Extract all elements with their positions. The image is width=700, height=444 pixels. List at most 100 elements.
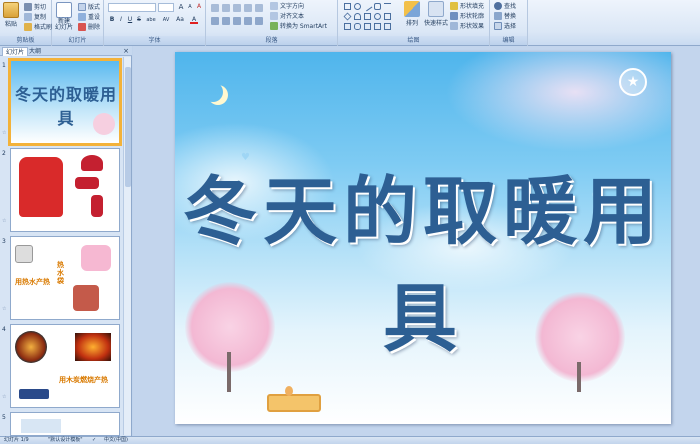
red-gloves-image xyxy=(91,195,103,217)
cut-button[interactable]: 剪切 xyxy=(24,2,46,11)
scissors-icon xyxy=(24,2,32,11)
close-panel-button[interactable]: × xyxy=(123,47,129,55)
justify-icon[interactable] xyxy=(244,17,252,25)
ribbon: 粘贴 剪切 复制 格式刷 剪贴板 新建 幻灯片 版式 重设 删除 幻灯片 A A… xyxy=(0,0,700,46)
animation-star-icon: ☆ xyxy=(2,394,7,400)
quick-styles-button[interactable]: 快速样式 xyxy=(424,1,448,27)
callout-shape-icon[interactable] xyxy=(354,23,361,30)
find-button[interactable]: 查找 xyxy=(494,1,516,10)
line-shape-icon[interactable] xyxy=(362,1,373,12)
paste-button[interactable]: 粘贴 xyxy=(3,2,19,28)
diamond-shape-icon[interactable] xyxy=(343,12,352,21)
format-painter-button[interactable]: 格式刷 xyxy=(24,22,52,31)
brace-shape-icon[interactable] xyxy=(364,13,371,20)
grow-font-button[interactable]: A xyxy=(177,3,185,11)
tab-outline[interactable]: 大纲 xyxy=(26,47,44,56)
star-shape-icon[interactable] xyxy=(384,13,391,20)
numbering-icon[interactable] xyxy=(222,4,230,12)
slide-thumbnail-3[interactable]: 热水袋 用热水产热 xyxy=(10,236,120,320)
align-right-icon[interactable] xyxy=(233,17,241,25)
thumbnail-caption: 用木炭燃烧产热 xyxy=(59,376,108,384)
current-slide[interactable]: ♥ ♥ ★ 冬天的取暖用具 xyxy=(175,52,671,424)
slide-title[interactable]: 冬天的取暖用具 xyxy=(175,152,671,366)
shrink-font-button[interactable]: A xyxy=(186,3,194,11)
italic-button[interactable]: I xyxy=(117,16,125,24)
scrollbar-thumb[interactable] xyxy=(125,67,131,187)
oval-shape-icon[interactable] xyxy=(354,3,361,10)
check-icon: ✓ xyxy=(92,437,97,443)
clear-format-button[interactable]: A xyxy=(195,3,203,11)
slide-editing-area: ♥ ♥ ★ 冬天的取暖用具 xyxy=(133,46,700,436)
font-color-button[interactable]: A xyxy=(190,16,198,24)
line-spacing-icon[interactable] xyxy=(255,4,263,12)
strikethrough-button[interactable]: S xyxy=(135,16,143,24)
align-left-icon[interactable] xyxy=(211,17,219,25)
burning-charcoal-image xyxy=(75,333,111,361)
rectangle-shape-icon[interactable] xyxy=(344,3,351,10)
slide-thumbnail-1[interactable]: 冬天的取暖用具 xyxy=(8,58,122,146)
change-case-button[interactable]: Aa xyxy=(174,16,186,24)
font-group-label: 字体 xyxy=(104,36,205,45)
font-name-combo[interactable] xyxy=(108,3,156,12)
text-direction-icon xyxy=(270,1,278,10)
pink-cloud-decoration xyxy=(445,52,671,152)
decrease-indent-icon[interactable] xyxy=(233,4,241,12)
new-slide-button[interactable]: 新建 幻灯片 xyxy=(55,2,73,31)
fill-bucket-icon xyxy=(450,1,458,10)
charcoal-stove-image xyxy=(15,331,47,363)
align-text-button[interactable]: 对齐文本 xyxy=(270,11,304,20)
thumbnail-number: 2 xyxy=(2,150,6,157)
paragraph-group-label: 段落 xyxy=(206,36,337,45)
more-shapes-icon[interactable] xyxy=(384,23,391,30)
circle-shape-icon[interactable] xyxy=(374,13,381,20)
columns-icon[interactable] xyxy=(255,17,263,25)
copy-button[interactable]: 复制 xyxy=(24,12,46,21)
delete-slide-button[interactable]: 删除 xyxy=(78,22,100,31)
triangle-shape-icon[interactable] xyxy=(344,23,351,30)
crescent-moon-decoration xyxy=(203,82,223,102)
thumbnail-scrollbar[interactable] xyxy=(123,57,131,435)
hot-water-bag-image xyxy=(73,285,99,311)
red-scarf-image xyxy=(75,177,99,189)
arrange-button[interactable]: 排列 xyxy=(404,1,420,27)
increase-indent-icon[interactable] xyxy=(244,4,252,12)
rounded-rect-shape-icon[interactable] xyxy=(374,3,381,10)
replace-button[interactable]: 替换 xyxy=(494,11,516,20)
bench-decoration xyxy=(267,394,321,412)
underline-button[interactable]: U xyxy=(126,16,134,24)
select-button[interactable]: 选择 xyxy=(494,21,516,30)
editing-group-label: 编辑 xyxy=(490,36,527,45)
text-direction-button[interactable]: 文字方向 xyxy=(270,1,304,10)
tab-slides[interactable]: 幻灯片 xyxy=(2,47,29,56)
tree-trunk xyxy=(577,362,581,392)
char-spacing-button[interactable]: AV xyxy=(160,16,172,24)
drawing-group: 排列 快速样式 形状填充 形状轮廓 形状效果 绘图 xyxy=(338,0,490,46)
reset-button[interactable]: 重设 xyxy=(78,12,100,21)
quick-styles-icon xyxy=(428,1,444,17)
arc-shape-icon[interactable] xyxy=(354,13,361,20)
shape-fill-button[interactable]: 形状填充 xyxy=(450,1,484,10)
slide-thumbnail-5[interactable] xyxy=(10,412,120,436)
bullets-icon[interactable] xyxy=(211,4,219,12)
slide-thumbnail-2[interactable] xyxy=(10,148,120,232)
convert-smartart-button[interactable]: 转换为 SmartArt xyxy=(270,21,327,30)
layout-button[interactable]: 版式 xyxy=(78,2,100,11)
bracket-shape-icon[interactable] xyxy=(374,23,381,30)
figure-decoration xyxy=(285,386,293,396)
shadow-button[interactable]: abe xyxy=(144,16,158,24)
paragraph-group: 文字方向 对齐文本 转换为 SmartArt 段落 xyxy=(206,0,338,46)
font-size-combo[interactable] xyxy=(158,3,174,12)
status-bar: 幻灯片 1/9 "默认设计模板" ✓ 中文(中国) xyxy=(0,436,700,444)
red-jacket-image xyxy=(19,157,63,217)
slides-group: 新建 幻灯片 版式 重设 删除 幻灯片 xyxy=(52,0,104,46)
thumbnail-number: 4 xyxy=(2,326,6,333)
block-arrow-shape-icon[interactable] xyxy=(364,23,371,30)
animation-star-icon: ☆ xyxy=(2,130,7,136)
slide-thumbnail-4[interactable]: 用木炭燃烧产热 xyxy=(10,324,120,408)
align-center-icon[interactable] xyxy=(222,17,230,25)
bold-button[interactable]: B xyxy=(108,16,116,24)
shape-effects-button[interactable]: 形状效果 xyxy=(450,21,484,30)
arrow-shape-icon[interactable] xyxy=(384,3,391,10)
layout-icon xyxy=(78,2,86,11)
shape-outline-button[interactable]: 形状轮廓 xyxy=(450,11,484,20)
